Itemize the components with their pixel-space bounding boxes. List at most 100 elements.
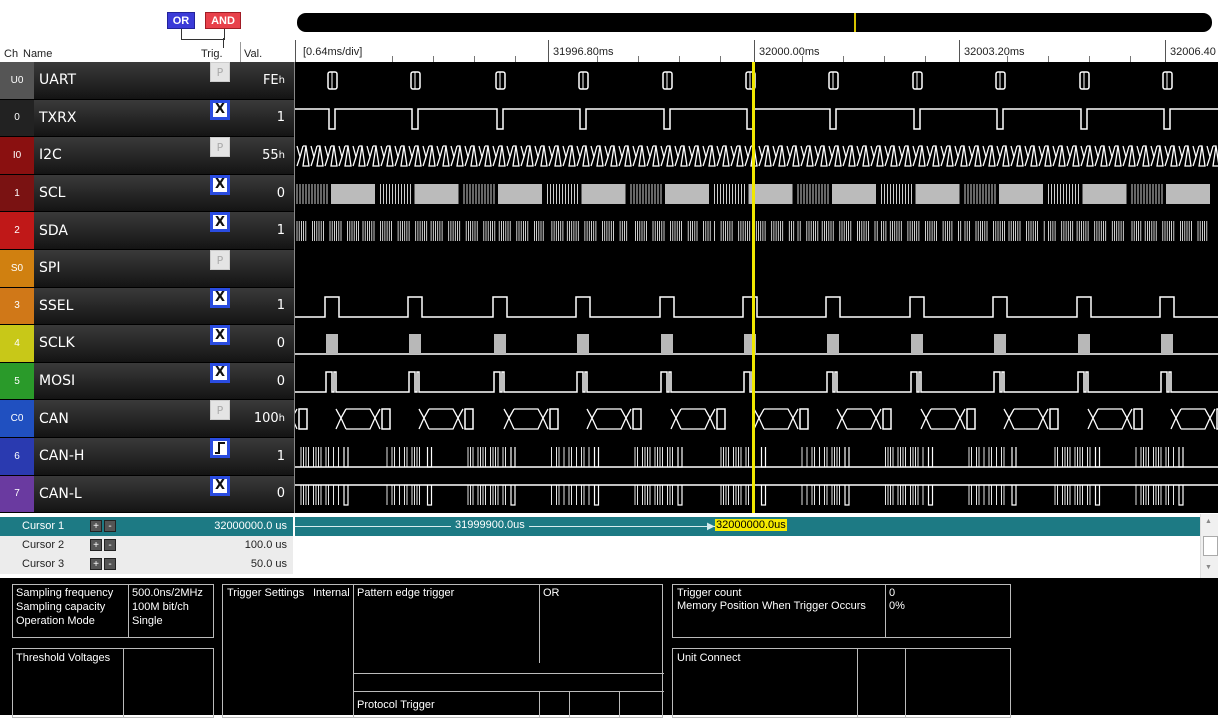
- trigger-protocol-button[interactable]: P: [210, 400, 230, 421]
- or-and-bracket: [181, 29, 225, 40]
- col-header-name[interactable]: Name: [23, 48, 52, 60]
- channel-name[interactable]: TXRX: [39, 100, 76, 137]
- trigger-dontcare-button[interactable]: X: [210, 99, 230, 120]
- channel-row-mosi[interactable]: 5 MOSI X 0: [0, 362, 1218, 401]
- cursor-track[interactable]: [295, 555, 1200, 574]
- channel-name[interactable]: SSEL: [39, 288, 73, 325]
- channel-header[interactable]: C0 CAN P 100 h: [0, 400, 295, 438]
- channel-header[interactable]: S0 SPI P: [0, 250, 295, 288]
- trigger-dontcare-button[interactable]: X: [210, 325, 230, 346]
- channel-header[interactable]: 1 SCL X 0: [0, 174, 295, 213]
- trigger-dontcare-button[interactable]: X: [210, 287, 230, 308]
- threshold-voltages-label: Threshold Voltages: [16, 652, 111, 664]
- cursor-1-line[interactable]: [752, 62, 755, 513]
- or-button[interactable]: OR: [167, 12, 195, 29]
- waveform-can[interactable]: [295, 400, 1218, 438]
- channel-header[interactable]: 6 CAN-H 1: [0, 438, 295, 476]
- waveform-i2c[interactable]: [295, 137, 1218, 175]
- cursor-remove-button[interactable]: -: [104, 558, 116, 570]
- time-ruler[interactable]: [0.64ms/div] 31996.80ms 32000.00ms 32003…: [295, 38, 1218, 62]
- trigger-dontcare-button[interactable]: X: [210, 212, 230, 233]
- channel-name[interactable]: I2C: [39, 137, 62, 174]
- channel-name[interactable]: SPI: [39, 250, 60, 287]
- clock-burst: [494, 334, 506, 355]
- waveform-txrx[interactable]: [295, 100, 1218, 138]
- channel-row-can-h[interactable]: 6 CAN-H 1: [0, 438, 1218, 476]
- channel-name[interactable]: MOSI: [39, 363, 75, 400]
- channel-header[interactable]: I0 I2C P 55 h: [0, 137, 295, 175]
- channel-header[interactable]: 5 MOSI X 0: [0, 362, 295, 401]
- cursor-track[interactable]: [295, 536, 1200, 555]
- channel-name[interactable]: CAN-H: [39, 438, 84, 475]
- cursor-scrollbar[interactable]: ▲ ▼: [1200, 514, 1218, 578]
- channel-row-can[interactable]: C0 CAN P 100 h: [0, 400, 1218, 438]
- cursor-add-button[interactable]: +: [90, 520, 102, 532]
- waveform-mosi[interactable]: [295, 363, 1218, 401]
- and-button[interactable]: AND: [205, 12, 241, 29]
- waveform-sda[interactable]: [295, 212, 1218, 250]
- channel-name[interactable]: SCLK: [39, 325, 75, 362]
- waveform-uart[interactable]: [295, 62, 1218, 100]
- trigger-protocol-button[interactable]: P: [210, 62, 230, 82]
- header-waveform-divider[interactable]: [294, 62, 295, 513]
- cursor-add-button[interactable]: +: [90, 539, 102, 551]
- col-header-val[interactable]: Val.: [244, 48, 262, 60]
- channel-value: 100 h: [253, 411, 285, 427]
- channel-header[interactable]: 2 SDA X 1: [0, 212, 295, 250]
- trigger-dontcare-button[interactable]: X: [210, 475, 230, 496]
- waveform-spi[interactable]: [295, 250, 1218, 288]
- scroll-up-icon[interactable]: ▲: [1205, 518, 1212, 525]
- channel-name[interactable]: UART: [39, 62, 76, 99]
- cursor-header[interactable]: Cursor 3 + - 50.0 us: [0, 555, 293, 575]
- cursor-row-3[interactable]: Cursor 3 + - 50.0 us: [0, 555, 1200, 575]
- channel-name[interactable]: SDA: [39, 212, 68, 249]
- channel-row-sda[interactable]: 2 SDA X 1: [0, 212, 1218, 250]
- channel-header[interactable]: 4 SCLK X 0: [0, 325, 295, 363]
- threshold-voltages-box: Threshold Voltages: [12, 648, 214, 718]
- channel-header[interactable]: 0 TXRX X 1: [0, 99, 295, 138]
- cursor-remove-button[interactable]: -: [104, 539, 116, 551]
- trigger-rising-edge-icon[interactable]: [210, 438, 230, 458]
- signal-trace: [295, 295, 1218, 318]
- channel-name[interactable]: CAN-L: [39, 476, 82, 513]
- trigger-dontcare-button[interactable]: X: [210, 362, 230, 383]
- cursor-add-button[interactable]: +: [90, 558, 102, 570]
- channel-header[interactable]: U0 UART P FE h: [0, 62, 295, 100]
- channel-name[interactable]: SCL: [39, 175, 65, 212]
- trigger-protocol-button[interactable]: P: [210, 250, 230, 270]
- cursor-row-1[interactable]: Cursor 1 + - 32000000.0 us 31999900.0us …: [0, 517, 1200, 537]
- ruler-tick-label: 31996.80ms: [553, 46, 614, 58]
- waveform-sclk[interactable]: [295, 325, 1218, 363]
- waveform-scl[interactable]: [295, 175, 1218, 213]
- cursor-track[interactable]: 31999900.0us ▶ 32000000.0us: [295, 517, 1200, 536]
- channel-row-uart[interactable]: U0 UART P FE h: [0, 62, 1218, 100]
- overview-bar[interactable]: [297, 13, 1212, 32]
- cursor-remove-button[interactable]: -: [104, 520, 116, 532]
- trigger-settings-box: Trigger Settings Internal Pattern edge t…: [222, 584, 664, 718]
- channel-row-i2c[interactable]: I0 I2C P 55 h: [0, 137, 1218, 175]
- channel-header[interactable]: 7 CAN-L X 0: [0, 475, 295, 514]
- sampling-capacity-label: Sampling capacity: [16, 601, 106, 613]
- col-header-trig[interactable]: Trig.: [201, 48, 223, 60]
- scrollbar-thumb[interactable]: [1203, 536, 1218, 556]
- channel-row-ssel[interactable]: 3 SSEL X 1: [0, 287, 1218, 326]
- channel-row-spi[interactable]: S0 SPI P: [0, 250, 1218, 288]
- waveform-can-l[interactable]: [295, 476, 1218, 514]
- waveform-ssel[interactable]: [295, 288, 1218, 326]
- trigger-protocol-button[interactable]: P: [210, 137, 230, 158]
- channel-name[interactable]: CAN: [39, 400, 69, 437]
- scroll-down-icon[interactable]: ▼: [1205, 564, 1212, 571]
- channel-row-sclk[interactable]: 4 SCLK X 0: [0, 325, 1218, 363]
- cursor-row-2[interactable]: Cursor 2 + - 100.0 us: [0, 536, 1200, 556]
- cursor-header[interactable]: Cursor 2 + - 100.0 us: [0, 536, 293, 556]
- waveform-can-h[interactable]: [295, 438, 1218, 476]
- trigger-dontcare-button[interactable]: X: [210, 174, 230, 195]
- table-divider: [353, 585, 354, 717]
- clock-burst: [577, 334, 589, 355]
- channel-row-can-l[interactable]: 7 CAN-L X 0: [0, 475, 1218, 514]
- col-header-ch[interactable]: Ch: [4, 48, 18, 60]
- channel-header[interactable]: 3 SSEL X 1: [0, 287, 295, 326]
- cursor-header[interactable]: Cursor 1 + - 32000000.0 us: [0, 517, 293, 537]
- channel-row-scl[interactable]: 1 SCL X 0: [0, 174, 1218, 213]
- channel-row-txrx[interactable]: 0 TXRX X 1: [0, 99, 1218, 138]
